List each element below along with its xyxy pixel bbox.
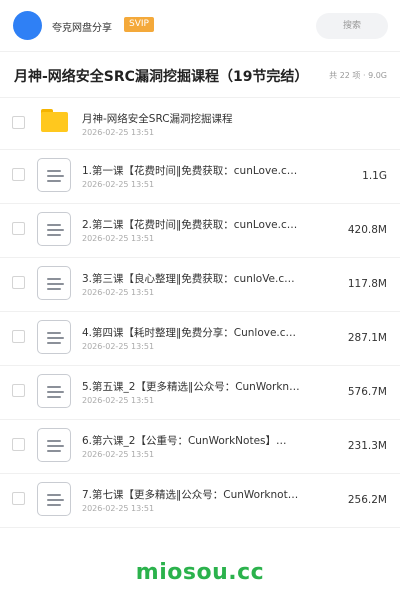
file-list: 月神-网络安全SRC漏洞挖掘课程 2026-02-25 13:51 1.第一课【… bbox=[0, 98, 400, 528]
item-checkbox[interactable] bbox=[12, 330, 25, 343]
item-date: 2026-02-25 13:51 bbox=[82, 504, 155, 513]
item-size: 576.7M bbox=[347, 386, 387, 398]
list-item[interactable]: 3.第三课【良心整理‖免费获取：cunloVe.c… 2026-02-25 13… bbox=[0, 258, 400, 312]
item-date: 2026-02-25 13:51 bbox=[82, 450, 155, 459]
document-icon bbox=[37, 320, 71, 354]
share-page: 夸克网盘分享 SVIP 搜索 月神-网络安全SRC漏洞挖掘课程（19节完结） 共… bbox=[0, 0, 400, 600]
item-checkbox[interactable] bbox=[12, 276, 25, 289]
item-name: 6.第六课_2【公重号：CunWorkNotes】… bbox=[82, 435, 287, 447]
top-bar: 夸克网盘分享 SVIP 搜索 bbox=[0, 0, 400, 52]
item-size: 117.8M bbox=[347, 278, 387, 290]
document-icon bbox=[37, 374, 71, 408]
list-item[interactable]: 6.第六课_2【公重号：CunWorkNotes】… 2026-02-25 13… bbox=[0, 420, 400, 474]
item-size: 256.2M bbox=[347, 494, 387, 506]
item-date: 2026-02-25 13:51 bbox=[82, 288, 155, 297]
item-date: 2026-02-25 13:51 bbox=[82, 342, 155, 351]
item-name: 2.第二课【花费时间‖免费获取：cunLove.c… bbox=[82, 219, 298, 231]
item-checkbox[interactable] bbox=[12, 168, 25, 181]
item-name: 7.第七课【更多精选‖公众号：CunWorknot… bbox=[82, 489, 299, 501]
item-checkbox[interactable] bbox=[12, 438, 25, 451]
document-icon bbox=[37, 428, 71, 462]
item-date: 2026-02-25 13:51 bbox=[82, 234, 155, 243]
list-item[interactable]: 5.第五课_2【更多精选‖公众号：CunWorkn… 2026-02-25 13… bbox=[0, 366, 400, 420]
avatar[interactable] bbox=[13, 11, 42, 40]
item-checkbox[interactable] bbox=[12, 384, 25, 397]
watermark-text: miosou.cc bbox=[135, 560, 265, 585]
list-item[interactable]: 4.第四课【耗时整理‖免费分享：Cunlove.c… 2026-02-25 13… bbox=[0, 312, 400, 366]
item-date: 2026-02-25 13:51 bbox=[82, 396, 155, 405]
item-checkbox[interactable] bbox=[12, 222, 25, 235]
item-size: 231.3M bbox=[347, 440, 387, 452]
document-icon bbox=[37, 212, 71, 246]
document-icon bbox=[37, 266, 71, 300]
item-name: 5.第五课_2【更多精选‖公众号：CunWorkn… bbox=[82, 381, 300, 393]
search-input[interactable]: 搜索 bbox=[316, 13, 388, 39]
item-checkbox[interactable] bbox=[12, 116, 25, 129]
item-name: 4.第四课【耗时整理‖免费分享：Cunlove.c… bbox=[82, 327, 297, 339]
folder-meta: 共 22 项 · 9.0G bbox=[329, 71, 387, 80]
list-item[interactable]: 月神-网络安全SRC漏洞挖掘课程 2026-02-25 13:51 bbox=[0, 98, 400, 150]
document-icon bbox=[37, 158, 71, 192]
list-item[interactable]: 2.第二课【花费时间‖免费获取：cunLove.c… 2026-02-25 13… bbox=[0, 204, 400, 258]
folder-header: 月神-网络安全SRC漏洞挖掘课程（19节完结） 共 22 项 · 9.0G bbox=[0, 52, 400, 98]
item-date: 2026-02-25 13:51 bbox=[82, 128, 155, 137]
item-checkbox[interactable] bbox=[12, 492, 25, 505]
item-name: 3.第三课【良心整理‖免费获取：cunloVe.c… bbox=[82, 273, 295, 285]
svip-badge: SVIP bbox=[124, 17, 154, 32]
item-name: 1.第一课【花费时间‖免费获取：cunLove.c… bbox=[82, 165, 298, 177]
list-item[interactable]: 7.第七课【更多精选‖公众号：CunWorknot… 2026-02-25 13… bbox=[0, 474, 400, 528]
page-title: 月神-网络安全SRC漏洞挖掘课程（19节完结） bbox=[14, 69, 309, 85]
item-size: 420.8M bbox=[347, 224, 387, 236]
document-icon bbox=[37, 482, 71, 516]
item-date: 2026-02-25 13:51 bbox=[82, 180, 155, 189]
list-item[interactable]: 1.第一课【花费时间‖免费获取：cunLove.c… 2026-02-25 13… bbox=[0, 150, 400, 204]
item-size: 1.1G bbox=[362, 170, 387, 182]
item-size: 287.1M bbox=[347, 332, 387, 344]
owner-name: 夸克网盘分享 bbox=[52, 23, 112, 34]
folder-icon bbox=[41, 109, 68, 132]
item-name: 月神-网络安全SRC漏洞挖掘课程 bbox=[82, 113, 233, 125]
